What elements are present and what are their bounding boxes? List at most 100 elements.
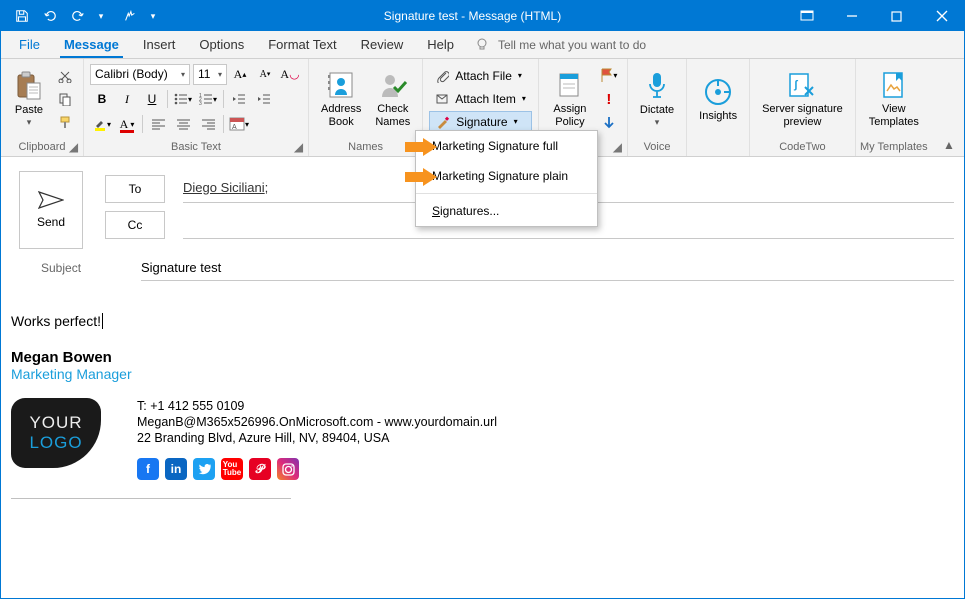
grow-font-button[interactable]: A▴	[228, 63, 252, 85]
youtube-icon[interactable]: YouTube	[221, 458, 243, 480]
copy-button[interactable]	[53, 88, 77, 110]
tags-launcher[interactable]: ◢	[611, 140, 624, 153]
address-book-button[interactable]: Address Book	[315, 63, 367, 135]
assign-policy-button[interactable]: Assign Policy	[545, 63, 595, 135]
align-center-button[interactable]	[171, 113, 195, 135]
tab-message[interactable]: Message	[52, 31, 131, 59]
minimize-button[interactable]	[829, 1, 874, 31]
ribbon-display-button[interactable]	[784, 1, 829, 31]
send-label: Send	[37, 215, 65, 229]
format-painter-button[interactable]	[53, 111, 77, 133]
message-body[interactable]: Works perfect! Megan Bowen Marketing Man…	[1, 291, 964, 509]
recipient-chip[interactable]: Diego Siciliani	[183, 180, 265, 195]
align-left-button[interactable]	[146, 113, 170, 135]
dictate-button[interactable]: Dictate ▾	[634, 63, 680, 135]
check-names-label: Check Names	[375, 103, 410, 129]
cc-button[interactable]: Cc	[105, 211, 165, 239]
facebook-icon[interactable]: f	[137, 458, 159, 480]
cut-button[interactable]	[53, 65, 77, 87]
basic-text-launcher[interactable]: ◢	[292, 140, 305, 153]
numbering-button[interactable]: 123▾	[196, 88, 220, 110]
bullets-button[interactable]: ▾	[171, 88, 195, 110]
check-names-button[interactable]: Check Names	[369, 63, 416, 135]
view-templates-label: View Templates	[869, 103, 919, 129]
bold-button[interactable]: B	[90, 88, 114, 110]
window-title: Signature test - Message (HTML)	[161, 9, 784, 23]
insights-button[interactable]: Insights	[693, 63, 743, 135]
undo-button[interactable]	[37, 3, 63, 29]
signature-option-full[interactable]: Marketing Signature full	[416, 131, 597, 161]
view-templates-button[interactable]: View Templates	[862, 63, 926, 135]
signatures-settings[interactable]: Signatures...	[416, 196, 597, 226]
tab-format-text[interactable]: Format Text	[256, 31, 348, 59]
tell-me-label: Tell me what you want to do	[498, 38, 646, 52]
increase-indent-button[interactable]	[252, 88, 276, 110]
tab-insert[interactable]: Insert	[131, 31, 188, 59]
redo-button[interactable]	[65, 3, 91, 29]
maximize-button[interactable]	[874, 1, 919, 31]
tab-message-label: Message	[64, 37, 119, 52]
italic-button[interactable]: I	[115, 88, 139, 110]
save-button[interactable]	[9, 3, 35, 29]
clear-formatting-button[interactable]: A◡	[278, 63, 302, 85]
low-importance-button[interactable]	[597, 112, 621, 134]
font-name-select[interactable]: Calibri (Body)▾	[90, 64, 190, 85]
underline-button[interactable]: U	[140, 88, 164, 110]
codetwo-icon: ʃ	[786, 69, 818, 101]
subject-field[interactable]: Signature test	[141, 255, 954, 281]
shrink-font-button[interactable]: A▾	[253, 63, 277, 85]
paste-button[interactable]: Paste ▾	[7, 63, 51, 135]
font-name-value: Calibri (Body)	[95, 67, 168, 81]
signature-divider	[11, 498, 291, 499]
title-bar: ▾ ▾ Signature test - Message (HTML)	[1, 1, 964, 31]
tab-file[interactable]: File	[7, 31, 52, 59]
to-button[interactable]: To	[105, 175, 165, 203]
touch-mode-button[interactable]	[117, 3, 143, 29]
signature-email: MeganB@M365x526996.OnMicrosoft.com	[137, 415, 373, 429]
signature-logo: YOUR LOGO	[11, 398, 101, 468]
server-signature-label: Server signature preview	[762, 103, 843, 129]
align-left-icon	[152, 119, 165, 130]
decrease-indent-button[interactable]	[227, 88, 251, 110]
group-clipboard: Paste ▾ Clipboard ◢	[1, 59, 84, 156]
signature-dropdown: Marketing Signature full Marketing Signa…	[415, 130, 598, 227]
send-button[interactable]: Send	[19, 171, 83, 249]
attach-file-button[interactable]: Attach File▾	[429, 65, 532, 87]
pinterest-icon[interactable]: 𝒫	[249, 458, 271, 480]
logo-line2: LOGO	[29, 433, 82, 453]
numbering-icon: 123	[199, 93, 213, 105]
copy-icon	[58, 92, 72, 106]
signature-title: Marketing Manager	[11, 366, 954, 382]
semic: ;	[265, 180, 269, 195]
attach-item-button[interactable]: Attach Item▾	[429, 88, 532, 110]
font-size-select[interactable]: 11▾	[193, 64, 227, 85]
qat-dropdown-2[interactable]: ▾	[145, 3, 161, 29]
group-insights-label	[687, 139, 749, 157]
qat-dropdown[interactable]: ▾	[93, 3, 109, 29]
signature-label: Signature	[456, 115, 507, 129]
group-my-templates-label: My Templates	[856, 139, 932, 157]
font-color-button[interactable]: A▾	[115, 113, 139, 135]
tab-help[interactable]: Help	[415, 31, 466, 59]
follow-up-button[interactable]: ▾	[597, 64, 621, 86]
tab-review[interactable]: Review	[349, 31, 416, 59]
clipboard-launcher[interactable]: ◢	[67, 140, 80, 153]
tell-me[interactable]: Tell me what you want to do	[474, 37, 646, 53]
highlight-button[interactable]: ▾	[90, 113, 114, 135]
align-right-icon	[202, 119, 215, 130]
paste-label: Paste	[15, 104, 43, 117]
annotation-arrow-2	[405, 168, 437, 186]
policy-icon	[554, 69, 586, 101]
signature-option-plain[interactable]: Marketing Signature plain	[416, 161, 597, 191]
high-importance-button[interactable]: !	[597, 88, 621, 110]
instagram-icon[interactable]	[277, 458, 299, 480]
collapse-ribbon-button[interactable]: ▲	[934, 59, 964, 156]
styles-button[interactable]: A▾	[227, 113, 251, 135]
close-button[interactable]	[919, 1, 964, 31]
twitter-icon[interactable]	[193, 458, 215, 480]
align-right-button[interactable]	[196, 113, 220, 135]
signature-name: Megan Bowen	[11, 349, 954, 366]
server-signature-preview-button[interactable]: ʃ Server signature preview	[756, 63, 849, 135]
tab-options[interactable]: Options	[187, 31, 256, 59]
linkedin-icon[interactable]: in	[165, 458, 187, 480]
